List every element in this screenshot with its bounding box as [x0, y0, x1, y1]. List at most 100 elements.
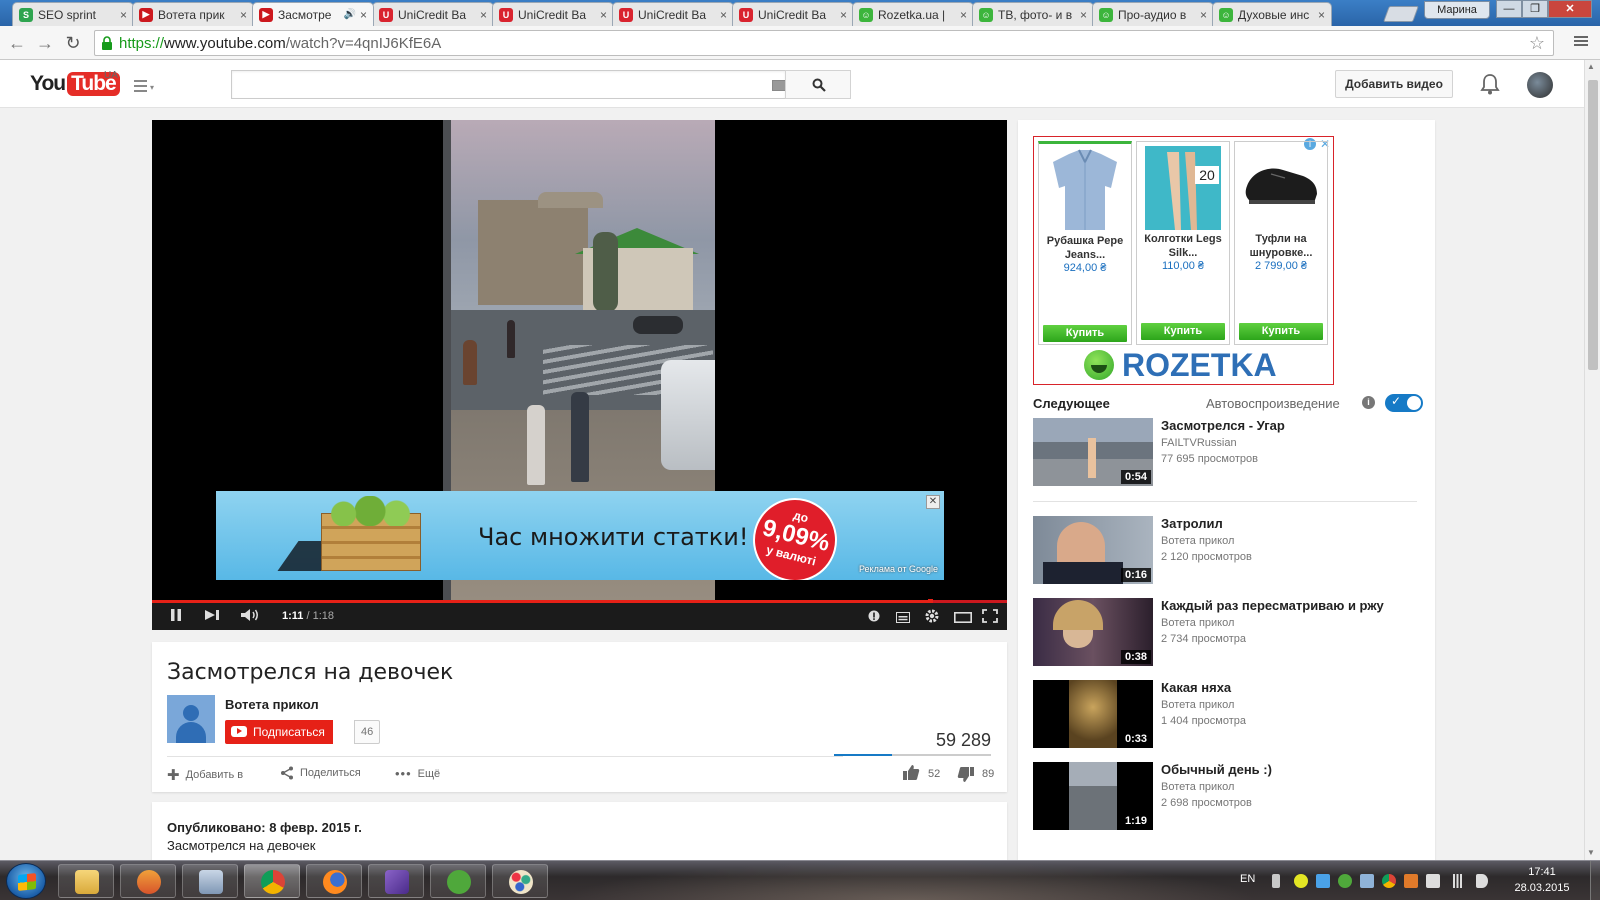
channel-avatar[interactable]	[167, 695, 215, 743]
related-video-item[interactable]: 0:38 Каждый раз пересматриваю и ржу Воте…	[1033, 598, 1423, 668]
clock-time[interactable]: 17:41	[1512, 866, 1572, 878]
upload-video-button[interactable]: Добавить видео	[1335, 70, 1453, 98]
flag-tray-icon[interactable]	[1272, 874, 1280, 888]
up-next-item[interactable]: 0:54 Засмотрелся - Угар FAILTVRussian 77…	[1033, 418, 1423, 488]
thumbs-up-icon[interactable]	[902, 764, 920, 781]
page-scrollbar[interactable]: ▲ ▼	[1584, 60, 1600, 860]
ad-product-card[interactable]: 20 Колготки Legs Silk... 110,00 ₴ Купить	[1136, 141, 1230, 345]
scroll-down-arrow-icon[interactable]: ▼	[1587, 848, 1595, 857]
search-input[interactable]	[231, 70, 786, 99]
volume-icon[interactable]	[240, 608, 260, 625]
pause-icon[interactable]	[170, 608, 182, 625]
subscribe-button[interactable]: Подписаться	[225, 720, 333, 744]
fullscreen-icon[interactable]	[982, 609, 998, 626]
tab-close-icon[interactable]: ×	[480, 8, 487, 22]
tab-close-icon[interactable]: ×	[1318, 8, 1325, 22]
chrome-menu-icon[interactable]	[1574, 34, 1588, 48]
speaker-icon[interactable]: 🔊	[344, 9, 356, 20]
related-video-item[interactable]: 0:33 Какая няха Вотета прикол 1 404 прос…	[1033, 680, 1423, 750]
forward-arrow-icon[interactable]: →	[34, 32, 56, 54]
show-desktop-button[interactable]	[1590, 861, 1600, 900]
window-close-button[interactable]: ✕	[1548, 0, 1592, 18]
taskbar-chrome[interactable]	[244, 864, 300, 898]
signal-tray-icon[interactable]	[1450, 874, 1464, 888]
clock-date[interactable]: 28.03.2015	[1512, 882, 1572, 894]
video-thumbnail[interactable]: 0:54	[1033, 418, 1153, 486]
video-player[interactable]: Час множити статки! до 9,09% у валюті Ре…	[152, 120, 1007, 630]
utorrent-tray-icon[interactable]	[1338, 874, 1352, 888]
taskbar-visual-studio[interactable]	[368, 864, 424, 898]
theater-mode-icon[interactable]	[954, 611, 972, 626]
language-indicator[interactable]: EN	[1240, 873, 1255, 885]
browser-tab[interactable]: S SEO sprint ×	[12, 2, 134, 26]
autoplay-toggle[interactable]: ✓	[1385, 394, 1423, 412]
browser-tab[interactable]: ▶ Вотета прик ×	[132, 2, 254, 26]
user-avatar[interactable]	[1527, 72, 1553, 98]
channel-name-link[interactable]: Вотета прикол	[225, 697, 319, 712]
browser-tab[interactable]: ☺ ТВ, фото- и в ×	[972, 2, 1094, 26]
plus-tray-icon[interactable]	[1294, 874, 1308, 888]
taskbar-calculator[interactable]	[182, 864, 238, 898]
tab-close-icon[interactable]: ×	[240, 8, 247, 22]
tab-close-icon[interactable]: ×	[1080, 8, 1087, 22]
ad-close-icon[interactable]: ✕	[926, 495, 940, 509]
more-actions-button[interactable]: ••• Ещё	[395, 766, 440, 781]
battery-tray-icon[interactable]	[1426, 874, 1440, 888]
browser-tab[interactable]: ☺ Rozetka.ua | ×	[852, 2, 974, 26]
new-tab-button[interactable]	[1383, 6, 1419, 22]
overlay-ad-banner[interactable]: Час множити статки! до 9,09% у валюті Ре…	[216, 491, 944, 580]
annotations-icon[interactable]	[868, 610, 880, 625]
taskbar-explorer[interactable]	[58, 864, 114, 898]
share-button[interactable]: Поделиться	[280, 766, 361, 780]
update-tray-icon[interactable]	[1404, 874, 1418, 888]
thumbs-down-icon[interactable]	[957, 766, 975, 783]
video-thumbnail[interactable]: 0:33	[1033, 680, 1153, 748]
bookmark-star-icon[interactable]: ☆	[1529, 33, 1545, 54]
video-thumbnail[interactable]: 0:16	[1033, 516, 1153, 584]
taskbar-paint[interactable]	[492, 864, 548, 898]
reload-icon[interactable]: ↻	[62, 32, 84, 54]
next-icon[interactable]	[204, 609, 220, 624]
related-video-item[interactable]: 1:19 Обычный день :) Вотета прикол 2 698…	[1033, 762, 1423, 832]
device-tray-icon[interactable]	[1360, 874, 1374, 888]
browser-tab[interactable]: U UniCredit Ba ×	[732, 2, 854, 26]
speaker-tray-icon[interactable]	[1476, 874, 1488, 888]
tab-close-icon[interactable]: ×	[600, 8, 607, 22]
ad-product-card[interactable]: Рубашка Pepe Jeans... 924,00 ₴ Купить	[1038, 141, 1132, 345]
tab-close-icon[interactable]: ×	[360, 8, 367, 22]
profile-badge[interactable]: Марина	[1424, 1, 1490, 19]
bell-icon[interactable]	[1480, 73, 1500, 95]
browser-tab[interactable]: ☺ Духовые инс ×	[1212, 2, 1332, 26]
video-thumbnail[interactable]: 1:19	[1033, 762, 1153, 830]
browser-tab[interactable]: U UniCredit Ba ×	[492, 2, 614, 26]
network-drive-tray-icon[interactable]	[1316, 874, 1330, 888]
taskbar-media-player[interactable]	[120, 864, 176, 898]
back-arrow-icon[interactable]: ←	[6, 32, 28, 54]
search-button[interactable]	[785, 70, 851, 99]
info-icon[interactable]: i	[1362, 396, 1375, 409]
rozetka-logo[interactable]: ROZETKA	[1084, 347, 1277, 383]
taskbar-firefox[interactable]	[306, 864, 362, 898]
buy-button[interactable]: Купить	[1239, 323, 1323, 340]
scroll-up-arrow-icon[interactable]: ▲	[1587, 62, 1595, 71]
scrollbar-thumb[interactable]	[1588, 80, 1598, 370]
tab-close-icon[interactable]: ×	[120, 8, 127, 22]
browser-tab[interactable]: U UniCredit Ba ×	[612, 2, 734, 26]
browser-tab[interactable]: U UniCredit Ba ×	[372, 2, 494, 26]
tab-close-icon[interactable]: ×	[960, 8, 967, 22]
tab-close-icon[interactable]: ×	[720, 8, 727, 22]
related-video-item[interactable]: 0:16 Затролил Вотета прикол 2 120 просмо…	[1033, 516, 1423, 586]
add-to-button[interactable]: ✚ Добавить в	[167, 766, 243, 784]
start-button[interactable]	[6, 863, 46, 899]
browser-tab[interactable]: ▶ Засмотре 🔊 ×	[252, 2, 374, 26]
maximize-button[interactable]: ❐	[1522, 0, 1548, 18]
address-bar[interactable]: https://www.youtube.com/watch?v=4qnIJ6Kf…	[94, 30, 1554, 56]
chrome-tray-icon[interactable]	[1382, 874, 1396, 888]
tab-close-icon[interactable]: ×	[840, 8, 847, 22]
guide-menu-icon[interactable]: ▾	[134, 80, 156, 92]
browser-tab[interactable]: ☺ Про-аудио в ×	[1092, 2, 1214, 26]
taskbar-utorrent[interactable]	[430, 864, 486, 898]
minimize-button[interactable]: —	[1496, 0, 1522, 18]
rozetka-display-ad[interactable]: i ✕ Рубашка Pepe Jeans... 924,00 ₴ Купит…	[1033, 136, 1334, 385]
buy-button[interactable]: Купить	[1141, 323, 1225, 340]
